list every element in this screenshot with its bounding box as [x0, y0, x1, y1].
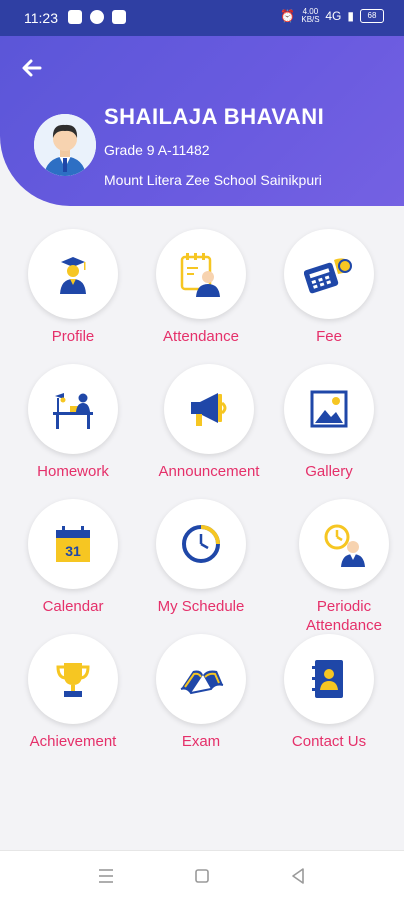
network-speed: 4.00 KB/S: [301, 7, 320, 24]
menu-label: Profile: [51, 328, 95, 345]
menu-item-achievement[interactable]: Achievement: [18, 634, 128, 751]
alarm-icon: ⏰: [280, 9, 296, 23]
back-arrow-icon[interactable]: [18, 54, 46, 82]
trophy-icon: [56, 663, 90, 697]
menu-item-exam[interactable]: Exam: [146, 634, 256, 751]
svg-text:31: 31: [65, 543, 81, 559]
battery-indicator: 68: [360, 9, 384, 23]
signal-icon: ▮: [347, 9, 354, 23]
menu-label: Gallery: [305, 463, 353, 480]
menu-label: Homework: [37, 463, 109, 480]
notification-icon: [68, 10, 82, 24]
menu-item-homework[interactable]: Homework: [18, 364, 128, 481]
menu-item-contact-us[interactable]: Contact Us: [274, 634, 384, 751]
status-right: ⏰ 4.00 KB/S 4G ▮ 68: [280, 8, 384, 24]
menu-item-calendar[interactable]: 31 Calendar: [18, 499, 128, 616]
homework-icon: [53, 393, 93, 429]
periodic-attendance-icon: [324, 524, 365, 567]
menu-item-announcement[interactable]: Announcement: [154, 364, 264, 481]
fee-icon: [304, 258, 352, 294]
clock-icon: [182, 525, 220, 563]
menu-label: Periodic Attendance: [306, 598, 382, 634]
menu-label: Fee: [316, 328, 342, 345]
notification-icon: [90, 10, 104, 24]
menu-item-my-schedule[interactable]: My Schedule: [146, 499, 256, 616]
avatar: [34, 114, 96, 176]
menu-label: Achievement: [29, 733, 117, 750]
menu-icon[interactable]: [95, 865, 117, 887]
menu-label: My Schedule: [157, 598, 245, 615]
menu-item-profile[interactable]: Profile: [18, 229, 128, 346]
menu-item-attendance[interactable]: Attendance: [146, 229, 256, 346]
school-name: Mount Litera Zee School Sainikpuri: [104, 172, 322, 188]
student-name: SHAILAJA BHAVANI: [104, 104, 325, 129]
menu-label: Exam: [181, 733, 221, 750]
status-bar: 11:23 ⏰ 4.00 KB/S 4G ▮ 68: [0, 0, 404, 36]
home-icon[interactable]: [191, 865, 213, 887]
graduate-icon: [60, 257, 86, 294]
student-grade: Grade 9 A-11482: [104, 142, 210, 158]
contacts-book-icon: [312, 660, 343, 698]
status-time: 11:23: [24, 10, 58, 26]
menu-item-gallery[interactable]: Gallery: [274, 364, 384, 481]
menu-label: Calendar: [42, 598, 104, 615]
menu-label: Attendance: [163, 328, 239, 345]
attendance-icon: [180, 253, 220, 297]
menu-label: Announcement: [158, 463, 260, 480]
gallery-icon: [310, 390, 348, 428]
profile-header: SHAILAJA BHAVANI Grade 9 A-11482 Mount L…: [0, 36, 404, 206]
notification-icon: [112, 10, 126, 24]
menu-label: Contact Us: [291, 733, 367, 750]
back-icon[interactable]: [287, 865, 309, 887]
book-icon: [180, 670, 224, 695]
calendar-icon: 31: [56, 526, 90, 562]
menu-item-periodic-attendance[interactable]: Periodic Attendance: [289, 499, 399, 635]
system-nav-bar: [0, 850, 404, 901]
megaphone-icon: [191, 393, 227, 426]
menu-item-fee[interactable]: Fee: [274, 229, 384, 346]
network-type: 4G: [325, 9, 342, 23]
student-avatar-icon: [34, 114, 96, 176]
